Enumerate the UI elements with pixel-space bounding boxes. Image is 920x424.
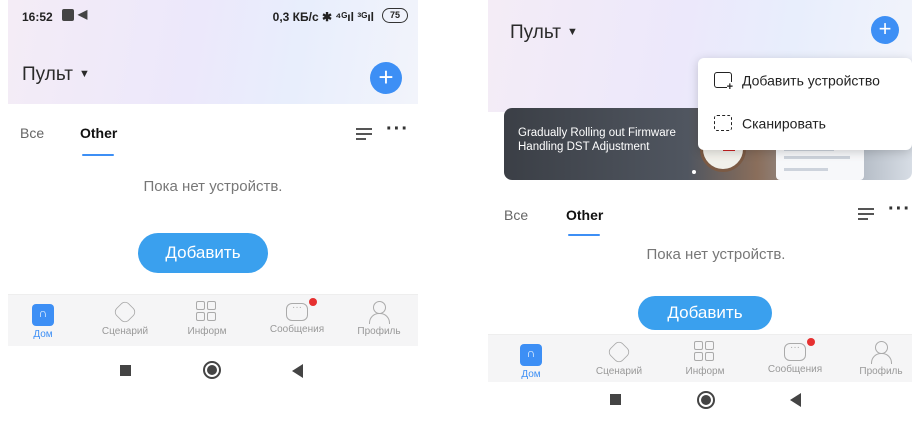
nav-label: Информ [685, 366, 725, 377]
nav-home[interactable]: Дом [496, 341, 566, 380]
phone-screen-left: 16:52 ◀ 0,3 КБ/с ✱ ⁴ᴳıl ³ᴳıl 75 Пульт ▼ +… [8, 0, 418, 404]
nav-messages[interactable]: Сообщения [760, 338, 830, 375]
nav-profile[interactable]: Профиль [344, 301, 414, 337]
nav-messages[interactable]: Сообщения [262, 298, 332, 335]
tab-all[interactable]: Все [20, 125, 44, 141]
caret-down-icon: ▼ [78, 68, 90, 80]
add-device-button[interactable]: Добавить [138, 233, 268, 273]
carousel-dot [692, 170, 696, 174]
nav-label: Дом [33, 329, 53, 340]
home-button-icon[interactable] [203, 361, 221, 379]
tab-other[interactable]: Other [566, 207, 603, 223]
notification-dot [807, 338, 815, 346]
scan-icon [714, 115, 732, 132]
filter-list-icon[interactable] [858, 208, 874, 223]
nav-label: Информ [187, 326, 227, 337]
nav-info[interactable]: Информ [172, 301, 242, 337]
status-time: 16:52 [22, 10, 53, 24]
nav-info[interactable]: Информ [670, 341, 740, 377]
plus-icon[interactable]: + [871, 16, 899, 44]
tab-all[interactable]: Все [504, 207, 528, 223]
tab-bar: Все Other ··· [8, 114, 418, 156]
banner-text: Gradually Rolling out Firmware Handling … [518, 127, 676, 153]
tab-active-indicator [82, 154, 114, 156]
empty-state-text: Пока нет устройств. [143, 178, 283, 195]
nav-scene[interactable]: Сценарий [90, 299, 160, 337]
grid-icon [196, 301, 218, 323]
menu-add-device[interactable]: Добавить устройство [714, 71, 880, 93]
profile-icon [870, 341, 892, 364]
grid-icon [694, 341, 716, 363]
home-button-icon[interactable] [697, 391, 715, 409]
phone-screen-right: Пульт ▼ + Добавить устройство Сканировать… [488, 0, 912, 390]
add-menu-popup: Добавить устройство Сканировать [698, 58, 912, 150]
profile-icon [368, 301, 390, 324]
page-title: Пульт [510, 22, 561, 43]
more-icon[interactable]: ··· [888, 198, 911, 221]
nav-label: Дом [521, 369, 541, 380]
gallery-icon [62, 9, 74, 21]
system-nav-bar [8, 350, 418, 390]
tab-other[interactable]: Other [80, 125, 117, 141]
tab-active-indicator [568, 234, 600, 236]
bottom-nav: Дом Сценарий Информ Сообщения Профиль [8, 294, 418, 346]
nav-label: Сообщения [269, 324, 325, 335]
bottom-nav: Дом Сценарий Информ Сообщения Профиль [488, 334, 912, 382]
menu-scan[interactable]: Сканировать [714, 114, 826, 132]
back-icon[interactable] [292, 364, 303, 378]
back-icon[interactable] [790, 393, 801, 407]
nav-home[interactable]: Дом [8, 301, 78, 340]
caret-down-icon: ▼ [566, 26, 578, 38]
plus-icon[interactable]: + [370, 62, 402, 94]
telegram-icon: ◀ [78, 7, 88, 21]
home-icon [32, 304, 54, 326]
recents-icon[interactable] [120, 365, 131, 376]
system-nav-bar [488, 382, 912, 420]
page-title-dropdown[interactable]: Пульт ▼ [22, 64, 90, 86]
scene-icon [606, 339, 632, 365]
home-icon [520, 344, 542, 366]
notification-dot [309, 298, 317, 306]
menu-label: Сканировать [742, 115, 826, 132]
battery-icon: 75 [382, 8, 408, 23]
nav-profile[interactable]: Профиль [846, 341, 912, 377]
status-bar: 16:52 ◀ 0,3 КБ/с ✱ ⁴ᴳıl ³ᴳıl 75 [8, 0, 418, 34]
add-device-button[interactable]: Добавить [638, 296, 772, 330]
scene-icon [112, 299, 138, 325]
status-network: 0,3 КБ/с ✱ ⁴ᴳıl ³ᴳıl [272, 10, 374, 24]
nav-label: Профиль [357, 326, 401, 337]
filter-list-icon[interactable] [356, 128, 372, 143]
nav-scene[interactable]: Сценарий [584, 339, 654, 377]
add-device-icon [714, 72, 733, 93]
message-icon [286, 298, 317, 321]
more-icon[interactable]: ··· [386, 118, 409, 141]
page-title: Пульт [22, 64, 73, 85]
message-icon [784, 338, 815, 361]
tab-bar: Все Other ··· [488, 196, 912, 236]
nav-label: Сценарий [595, 366, 643, 377]
menu-label: Добавить устройство [742, 72, 880, 89]
nav-label: Профиль [859, 366, 903, 377]
recents-icon[interactable] [610, 394, 621, 405]
empty-state-text: Пока нет устройств. [646, 246, 786, 263]
page-title-dropdown[interactable]: Пульт ▼ [510, 22, 578, 44]
nav-label: Сообщения [767, 364, 823, 375]
nav-label: Сценарий [101, 326, 149, 337]
